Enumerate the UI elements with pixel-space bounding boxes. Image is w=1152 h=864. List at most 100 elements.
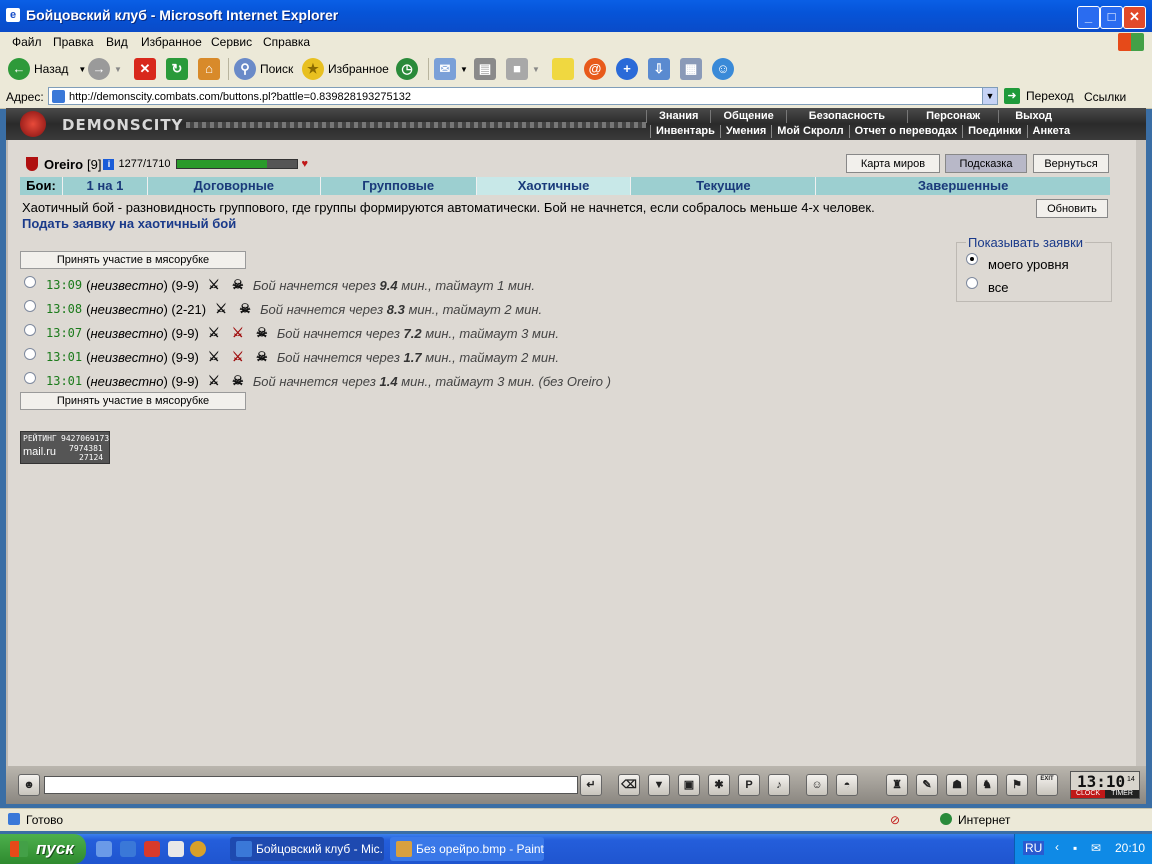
notes-button[interactable] [552,56,578,82]
minimize-button[interactable]: _ [1077,6,1100,29]
mail-icon[interactable]: ✉ [1091,841,1101,855]
mask-icon[interactable]: ☗ [946,774,968,796]
print-button[interactable]: ▤ [474,56,500,82]
task-ie[interactable]: Бойцовский клуб - Mic... [230,837,384,861]
nav-fights[interactable]: Поединки [962,125,1026,138]
menu-favorites[interactable]: Избранное [141,35,202,49]
figure-icon[interactable]: ✱ [708,774,730,796]
refresh-button[interactable]: ↻ [166,56,192,82]
links-button[interactable]: Ссылки [1084,90,1126,104]
page-scrollbar[interactable] [1136,140,1146,766]
tab-one-on-one[interactable]: 1 на 1 [63,177,148,195]
menu-file[interactable]: Файл [12,35,42,49]
send-button[interactable]: ↵ [580,774,602,796]
character-level: [9] [87,156,102,172]
character-name[interactable]: Oreiro [44,157,83,172]
address-input[interactable]: http://demonscity.combats.com/buttons.pl… [48,87,996,105]
filter-icon[interactable]: ▼ [648,774,670,796]
quicklaunch-desktop-icon[interactable] [96,841,112,857]
nav-profile[interactable]: Анкета [1026,125,1076,138]
address-dropdown-button[interactable]: ▼ [982,87,998,105]
back-button[interactable]: ← Назад ▼ [8,56,86,82]
sound-icon[interactable]: ♪ [768,774,790,796]
eraser-icon[interactable]: ⌫ [618,774,640,796]
home-button[interactable]: ⌂ [198,56,224,82]
menu-help[interactable]: Справка [263,35,310,49]
start-button[interactable]: пуск [0,834,86,864]
tool-button-2[interactable]: ▦ [680,56,706,82]
group-icon[interactable]: ♞ [976,774,998,796]
menu-tools[interactable]: Сервис [211,35,252,49]
nav-exit[interactable]: Выход [998,110,1068,123]
go-button[interactable]: ➜ Переход [1004,88,1074,104]
return-button[interactable]: Вернуться [1033,154,1109,173]
mail-button[interactable]: ✉ ▼ [434,56,468,82]
history-button[interactable]: ◷ [396,56,422,82]
search-button[interactable]: ⚲ Поиск [234,56,293,82]
tool-button-3[interactable]: ☺ [712,56,738,82]
filter-radio-my-level[interactable] [966,253,978,265]
quicklaunch-ie-icon[interactable] [120,841,136,857]
fight-radio[interactable] [24,348,36,360]
world-map-button[interactable]: Карта миров [846,154,940,173]
mailru-button[interactable]: @ [584,56,610,82]
quicklaunch-media-icon[interactable] [190,841,206,857]
hint-button[interactable]: Подсказка [945,154,1027,173]
smiley-icon[interactable]: ☺ [806,774,828,796]
fight-radio[interactable] [24,372,36,384]
submit-request-link[interactable]: Подать заявку на хаотичный бой [22,216,236,231]
flag-icon[interactable]: ⚑ [1006,774,1028,796]
menu-edit[interactable]: Правка [53,35,94,49]
scroll-icon[interactable]: ✎ [916,774,938,796]
quicklaunch-opera-icon[interactable] [144,841,160,857]
maximize-button[interactable]: □ [1100,6,1123,29]
timer-label[interactable]: TIMER [1105,790,1139,798]
bag-icon[interactable]: ♜ [886,774,908,796]
task-paint[interactable]: Без орейро.bmp - Paint [390,837,544,861]
nav-knowledge[interactable]: Знания [646,110,710,123]
join-button-top[interactable]: Принять участие в мясорубке [20,251,246,269]
tab-chaotic[interactable]: Хаотичные [476,177,632,195]
refresh-list-button[interactable]: Обновить [1036,199,1108,218]
forward-button[interactable]: → ▼ [88,56,122,82]
info-icon[interactable]: i [103,158,115,170]
nav-transfer-report[interactable]: Отчет о переводах [848,125,963,138]
chat-head-icon[interactable]: ☻ [18,774,40,796]
filter-radio-all[interactable] [966,277,978,289]
nav-skills[interactable]: Умения [719,125,771,138]
close-button[interactable]: ✕ [1123,6,1146,29]
fight-radio[interactable] [24,324,36,336]
menu-view[interactable]: Вид [106,35,128,49]
nav-security[interactable]: Безопасность [785,110,907,123]
tool-button-1[interactable]: ⇩ [648,56,674,82]
favorites-button[interactable]: ★ Избранное [302,56,389,82]
tab-group[interactable]: Групповые [321,177,477,195]
chat-input[interactable] [44,776,578,794]
fight-radio[interactable] [24,300,36,312]
quicklaunch-save-icon[interactable] [168,841,184,857]
helmet-icon[interactable]: ◓ [836,774,858,796]
edit-button[interactable]: ■ ▼ [506,56,540,82]
join-button-bottom[interactable]: Принять участие в мясорубке [20,392,246,410]
tab-finished[interactable]: Завершенные [816,177,1110,195]
tab-arranged[interactable]: Договорные [148,177,321,195]
clock-label[interactable]: CLOCK [1071,790,1105,798]
window-title-bar[interactable]: e Бойцовский клуб - Microsoft Internet E… [0,0,1152,32]
skull-icon: ☠ [256,349,268,364]
network-icon[interactable]: ▪ [1073,841,1077,855]
language-indicator[interactable]: RU [1023,841,1045,855]
mailru-rating-counter[interactable]: РЕЙТИНГ 9427069173 mail.ru 7974381 27124 [20,431,110,464]
exit-icon[interactable]: EXIT [1036,774,1058,796]
chevron-left-icon[interactable]: ‹ [1055,840,1059,854]
stop-button[interactable]: ✕ [134,56,160,82]
tab-current[interactable]: Текущие [631,177,817,195]
tray-clock[interactable]: 20:10 [1115,841,1145,855]
messenger-button[interactable]: + [616,56,642,82]
nav-character[interactable]: Персонаж [907,110,998,123]
save-icon[interactable]: ▣ [678,774,700,796]
nav-my-scroll[interactable]: Мой Скролл [771,125,848,138]
fight-radio[interactable] [24,276,36,288]
nav-inventory[interactable]: Инвентарь [650,125,720,138]
nav-communication[interactable]: Общение [710,110,785,123]
pl-icon[interactable]: P [738,774,760,796]
